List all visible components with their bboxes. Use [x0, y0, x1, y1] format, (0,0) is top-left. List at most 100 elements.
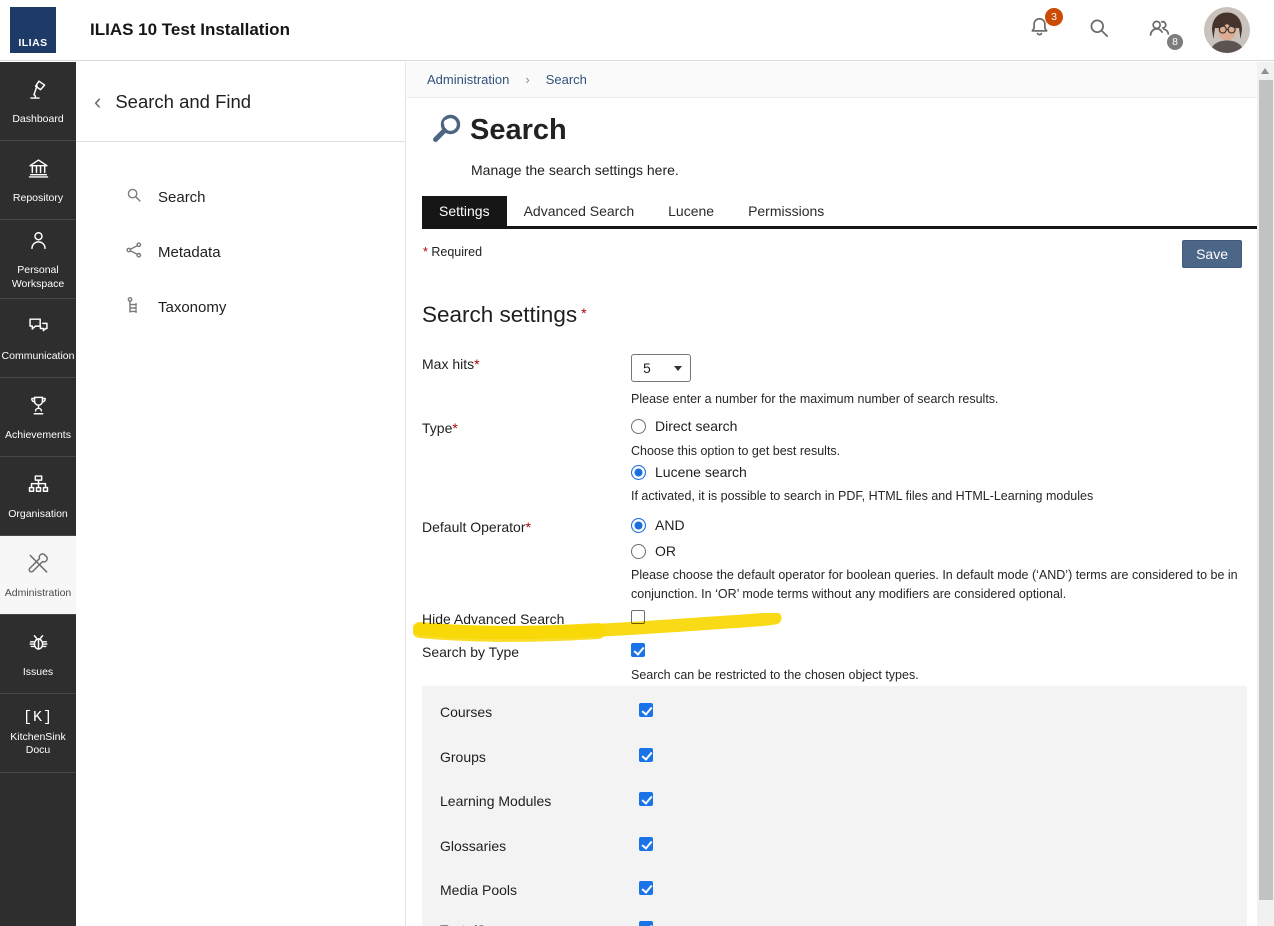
- section-title: Search settings*: [422, 302, 587, 328]
- main-navigation: Dashboard Repository Personal Workspace …: [0, 62, 76, 926]
- slate-back-header[interactable]: ‹ Search and Find: [76, 62, 405, 142]
- object-type-label: Tests/Surveys: [440, 922, 527, 926]
- breadcrumb-search[interactable]: Search: [546, 72, 587, 87]
- sidebar-item-kitchensink-docu[interactable]: [K] KitchenSink Docu: [0, 694, 76, 773]
- ilias-logo-text: ILIAS: [18, 37, 47, 49]
- hide-advanced-search-label: Hide Advanced Search: [422, 611, 564, 627]
- checkbox-unchecked-icon: [631, 610, 645, 624]
- breadcrumb: Administration › Search: [407, 62, 1257, 98]
- slate-item-search[interactable]: Search: [76, 170, 405, 225]
- kitchensink-icon: [K]: [23, 709, 53, 726]
- radio-selected-icon: [631, 465, 646, 480]
- max-hits-label: Max hits*: [422, 356, 480, 372]
- org-chart-icon: [25, 471, 52, 503]
- object-type-learning-modules-checkbox[interactable]: [639, 792, 653, 806]
- object-type-label: Learning Modules: [440, 793, 551, 809]
- radio-lucene-search[interactable]: Lucene search: [631, 464, 747, 480]
- main-content: Administration › Search Search Manage th…: [407, 62, 1257, 926]
- object-type-groups-checkbox[interactable]: [639, 748, 653, 762]
- radio-label: AND: [655, 517, 685, 533]
- trophy-icon: [25, 392, 52, 424]
- tab-lucene[interactable]: Lucene: [651, 196, 731, 226]
- hide-advanced-search-checkbox[interactable]: [631, 610, 645, 624]
- sidebar-item-administration[interactable]: Administration: [0, 536, 76, 615]
- max-hits-select[interactable]: 5: [631, 354, 691, 382]
- object-type-label: Groups: [440, 749, 486, 765]
- object-types-panel: Courses Groups Learning Modules Glossari…: [422, 686, 1247, 926]
- search-icon: [124, 185, 144, 210]
- person-icon: [25, 227, 52, 259]
- tab-bar: Settings Advanced Search Lucene Permissi…: [422, 196, 1257, 229]
- scrollbar-up-arrow-icon[interactable]: [1261, 68, 1269, 74]
- object-type-label: Courses: [440, 704, 492, 720]
- sidebar-item-repository[interactable]: Repository: [0, 141, 76, 220]
- required-note: * Required: [423, 245, 482, 259]
- sidebar-item-label: Dashboard: [10, 113, 65, 126]
- sidebar-item-issues[interactable]: Issues: [0, 615, 76, 694]
- lucene-search-help: If activated, it is possible to search i…: [631, 487, 1243, 506]
- sidebar-item-personal-workspace[interactable]: Personal Workspace: [0, 220, 76, 299]
- direct-search-help: Choose this option to get best results.: [631, 442, 1191, 461]
- radio-label: Direct search: [655, 418, 737, 434]
- sidebar-item-achievements[interactable]: Achievements: [0, 378, 76, 457]
- vertical-scrollbar[interactable]: [1257, 62, 1274, 926]
- page-title: Search: [470, 114, 567, 147]
- default-operator-label: Default Operator*: [422, 519, 531, 535]
- bug-icon: [25, 629, 52, 661]
- object-type-courses-checkbox[interactable]: [639, 703, 653, 717]
- checkbox-checked-icon: [631, 643, 645, 657]
- ilias-app: ILIAS ILIAS 10 Test Installation 3 8: [0, 0, 1274, 926]
- tab-settings[interactable]: Settings: [422, 196, 507, 226]
- breadcrumb-administration[interactable]: Administration: [427, 72, 509, 87]
- slate-title: Search and Find: [115, 91, 251, 113]
- sidebar-item-dashboard[interactable]: Dashboard: [0, 62, 76, 141]
- header-actions: 3 8: [1024, 7, 1274, 53]
- notifications-badge: 3: [1045, 8, 1063, 26]
- max-hits-help: Please enter a number for the maximum nu…: [631, 390, 1151, 409]
- search-icon: [1085, 14, 1113, 47]
- contacts-badge: 8: [1167, 34, 1183, 50]
- object-type-tests-surveys-checkbox[interactable]: [639, 921, 653, 926]
- slate-item-taxonomy[interactable]: Taxonomy: [76, 280, 405, 335]
- tab-permissions[interactable]: Permissions: [731, 196, 841, 226]
- search-by-type-help: Search can be restricted to the chosen o…: [631, 666, 1191, 685]
- notifications-button[interactable]: 3: [1024, 15, 1054, 45]
- sidebar-item-communication[interactable]: Communication: [0, 299, 76, 378]
- dashboard-icon: [25, 76, 52, 108]
- object-type-media-pools-checkbox[interactable]: [639, 881, 653, 895]
- sidebar-item-label: Issues: [21, 666, 55, 679]
- top-header: ILIAS ILIAS 10 Test Installation 3 8: [0, 0, 1274, 61]
- repository-icon: [25, 155, 52, 187]
- slate-item-label: Metadata: [158, 244, 221, 261]
- slate-item-metadata[interactable]: Metadata: [76, 225, 405, 280]
- chat-bubbles-icon: [25, 313, 52, 345]
- sidebar-item-label: Organisation: [6, 508, 70, 521]
- sidebar-item-organisation[interactable]: Organisation: [0, 457, 76, 536]
- user-avatar[interactable]: [1204, 7, 1250, 53]
- slate-item-label: Taxonomy: [158, 299, 226, 316]
- search-button[interactable]: [1084, 15, 1114, 45]
- page-search-icon: [427, 113, 464, 153]
- sidebar-item-label: Personal Workspace: [0, 264, 76, 290]
- object-type-glossaries-checkbox[interactable]: [639, 837, 653, 851]
- sidebar-item-label: Repository: [11, 192, 65, 205]
- sidebar-item-label: Communication: [0, 350, 76, 363]
- contacts-button[interactable]: 8: [1144, 15, 1174, 45]
- radio-and[interactable]: AND: [631, 517, 685, 533]
- scrollbar-thumb[interactable]: [1259, 80, 1273, 900]
- tab-advanced-search[interactable]: Advanced Search: [507, 196, 652, 226]
- tools-icon: [25, 550, 52, 582]
- type-label: Type*: [422, 420, 458, 436]
- chevron-right-icon: ›: [525, 72, 529, 87]
- default-operator-help: Please choose the default operator for b…: [631, 566, 1245, 604]
- search-by-type-checkbox[interactable]: [631, 643, 645, 657]
- taxonomy-icon: [124, 295, 144, 320]
- save-button[interactable]: Save: [1182, 240, 1242, 268]
- radio-or[interactable]: OR: [631, 543, 676, 559]
- ilias-logo[interactable]: ILIAS: [10, 7, 56, 53]
- radio-selected-icon: [631, 518, 646, 533]
- page-subtitle: Manage the search settings here.: [471, 162, 679, 178]
- radio-label: Lucene search: [655, 464, 747, 480]
- radio-direct-search[interactable]: Direct search: [631, 418, 737, 434]
- max-hits-value: 5: [643, 360, 651, 376]
